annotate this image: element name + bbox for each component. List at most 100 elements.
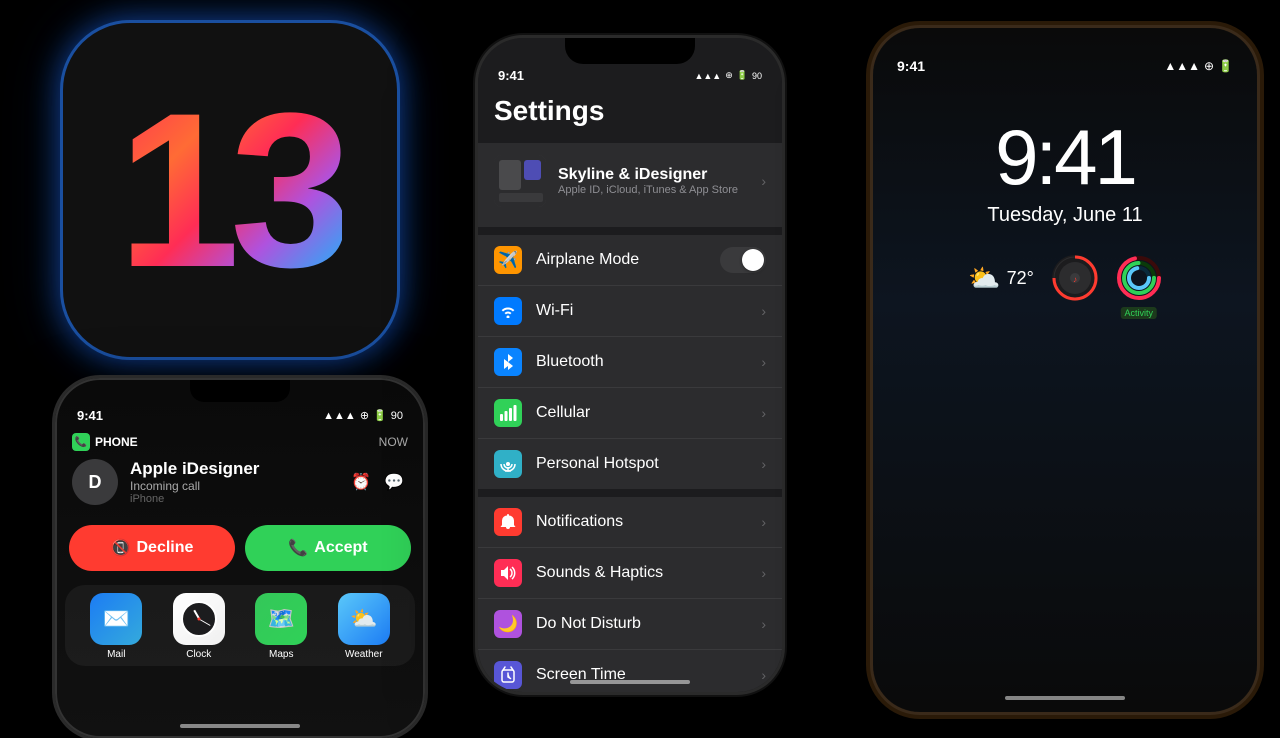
- call-source-label: 📞 PHONE: [72, 433, 138, 451]
- mid-vol-down: [475, 193, 478, 248]
- mid-vol-up: [475, 138, 478, 178]
- system-section: Notifications › Sounds & Haptics › 🌙 Do …: [478, 497, 782, 692]
- notifications-row[interactable]: Notifications ›: [478, 497, 782, 548]
- wifi-icon: ⊕: [360, 409, 369, 422]
- dock-apps: ✉️ Mail Clock 🗺️ Maps ⛅ Weathe: [65, 585, 415, 666]
- mid-notch: [565, 38, 695, 64]
- app-maps[interactable]: 🗺️ Maps: [255, 593, 307, 660]
- signal-icon: ▲▲▲: [323, 410, 356, 422]
- airplane-mode-row[interactable]: ✈️ Airplane Mode: [478, 235, 782, 286]
- left-status-time: 9:41: [77, 408, 103, 423]
- right-status-bar: 9:41 ▲▲▲ ⊕ 🔋: [873, 58, 1257, 74]
- dnd-chevron: ›: [761, 616, 766, 632]
- logo-number: 13: [118, 80, 343, 300]
- accept-phone-icon: 📞: [288, 538, 308, 558]
- bluetooth-icon: [494, 348, 522, 376]
- app-mail[interactable]: ✉️ Mail: [90, 593, 142, 660]
- cellular-icon: [494, 399, 522, 427]
- mid-battery-level: 90: [752, 71, 762, 81]
- wifi-chevron: ›: [761, 303, 766, 319]
- screentime-chevron: ›: [761, 667, 766, 683]
- svg-text:♪: ♪: [1073, 275, 1077, 284]
- weather-temperature: 72°: [1007, 268, 1034, 289]
- wifi-settings-icon: [494, 297, 522, 325]
- lock-widgets: ⛅ 72° ♪: [968, 255, 1162, 301]
- lockscreen: 9:41 ▲▲▲ ⊕ 🔋 9:41 Tuesday, June 11 ⛅ 72°: [873, 28, 1257, 712]
- call-time: NOW: [379, 435, 408, 449]
- clock-icon: [173, 593, 225, 645]
- music-widget[interactable]: ♪: [1052, 255, 1098, 301]
- right-battery-icon: 🔋: [1218, 59, 1233, 73]
- reminder-icon[interactable]: ⏰: [347, 468, 375, 496]
- sounds-icon: [494, 559, 522, 587]
- accept-button[interactable]: 📞 Accept: [245, 525, 411, 571]
- caller-device: iPhone: [130, 493, 259, 505]
- mail-label: Mail: [107, 649, 125, 660]
- weather-label: Weather: [345, 649, 383, 660]
- home-indicator-left: [180, 724, 300, 728]
- message-icon[interactable]: 💬: [380, 468, 408, 496]
- clock-label: Clock: [186, 649, 211, 660]
- wifi-label: Wi-Fi: [536, 302, 747, 320]
- lock-date: Tuesday, June 11: [987, 204, 1142, 227]
- caller-subtitle: Incoming call: [130, 479, 259, 493]
- caller-avatar: D: [72, 459, 118, 505]
- phone-right: 9:41 ▲▲▲ ⊕ 🔋 9:41 Tuesday, June 11 ⛅ 72°: [870, 25, 1260, 715]
- dnd-label: Do Not Disturb: [536, 615, 747, 633]
- mid-status-icons: ▲▲▲ ⊕ 🔋 90: [694, 70, 762, 81]
- sounds-row[interactable]: Sounds & Haptics ›: [478, 548, 782, 599]
- phone-middle: 9:41 ▲▲▲ ⊕ 🔋 90 Settings: [475, 35, 785, 695]
- right-wifi-icon: ⊕: [1204, 59, 1214, 73]
- decline-button[interactable]: 📵 Decline: [69, 525, 235, 571]
- profile-row[interactable]: Skyline & iDesigner Apple ID, iCloud, iT…: [478, 143, 782, 219]
- call-source-text: PHONE: [95, 435, 138, 449]
- wifi-row[interactable]: Wi-Fi ›: [478, 286, 782, 337]
- mid-side-btn: [782, 158, 785, 228]
- mid-wifi-icon: ⊕: [725, 70, 733, 81]
- airplane-toggle[interactable]: [720, 247, 766, 273]
- mid-signal-icon: ▲▲▲: [694, 71, 721, 81]
- cellular-row[interactable]: Cellular ›: [478, 388, 782, 439]
- airplane-icon: ✈️: [494, 246, 522, 274]
- call-actions: 📵 Decline 📞 Accept: [57, 525, 423, 581]
- cellular-label: Cellular: [536, 404, 747, 422]
- caller-name: Apple iDesigner: [130, 459, 259, 479]
- caller-details: Apple iDesigner Incoming call iPhone: [130, 459, 259, 505]
- ios13-logo: 13: [60, 20, 400, 360]
- app-weather[interactable]: ⛅ Weather: [338, 593, 390, 660]
- mid-status-time: 9:41: [498, 68, 524, 83]
- profile-info: Skyline & iDesigner Apple ID, iCloud, iT…: [558, 166, 738, 196]
- profile-avatar: [494, 155, 546, 207]
- phone-app-icon: 📞: [72, 433, 90, 451]
- caller-info: D Apple iDesigner Incoming call iPhone ⏰…: [72, 459, 408, 505]
- dnd-row[interactable]: 🌙 Do Not Disturb ›: [478, 599, 782, 650]
- screentime-row[interactable]: Screen Time ›: [478, 650, 782, 692]
- profile-section: Skyline & iDesigner Apple ID, iCloud, iT…: [478, 143, 782, 227]
- sounds-chevron: ›: [761, 565, 766, 581]
- bluetooth-label: Bluetooth: [536, 353, 747, 371]
- app-clock[interactable]: Clock: [173, 593, 225, 660]
- weather-widget: ⛅ 72°: [968, 263, 1034, 294]
- profile-subtitle: Apple ID, iCloud, iTunes & App Store: [558, 184, 738, 196]
- cellular-chevron: ›: [761, 405, 766, 421]
- bluetooth-chevron: ›: [761, 354, 766, 370]
- toggle-knob: [742, 249, 764, 271]
- decline-label: Decline: [137, 539, 194, 557]
- profile-avatar-inner: [494, 155, 546, 207]
- hotspot-icon: [494, 450, 522, 478]
- activity-widget: Activity: [1116, 255, 1162, 301]
- left-notch: [190, 380, 290, 402]
- mid-battery-icon: 🔋: [737, 70, 748, 81]
- accept-label: Accept: [314, 539, 367, 557]
- notifications-chevron: ›: [761, 514, 766, 530]
- bluetooth-row[interactable]: Bluetooth ›: [478, 337, 782, 388]
- weather-icon: ⛅: [338, 593, 390, 645]
- hotspot-chevron: ›: [761, 456, 766, 472]
- hotspot-row[interactable]: Personal Hotspot ›: [478, 439, 782, 489]
- dnd-icon: 🌙: [494, 610, 522, 638]
- home-indicator-right: [1005, 696, 1125, 700]
- left-status-icons: ▲▲▲ ⊕ 🔋 90: [323, 409, 403, 422]
- sounds-label: Sounds & Haptics: [536, 564, 747, 582]
- right-side-btn: [1257, 148, 1260, 218]
- right-signal-icon: ▲▲▲: [1164, 59, 1200, 73]
